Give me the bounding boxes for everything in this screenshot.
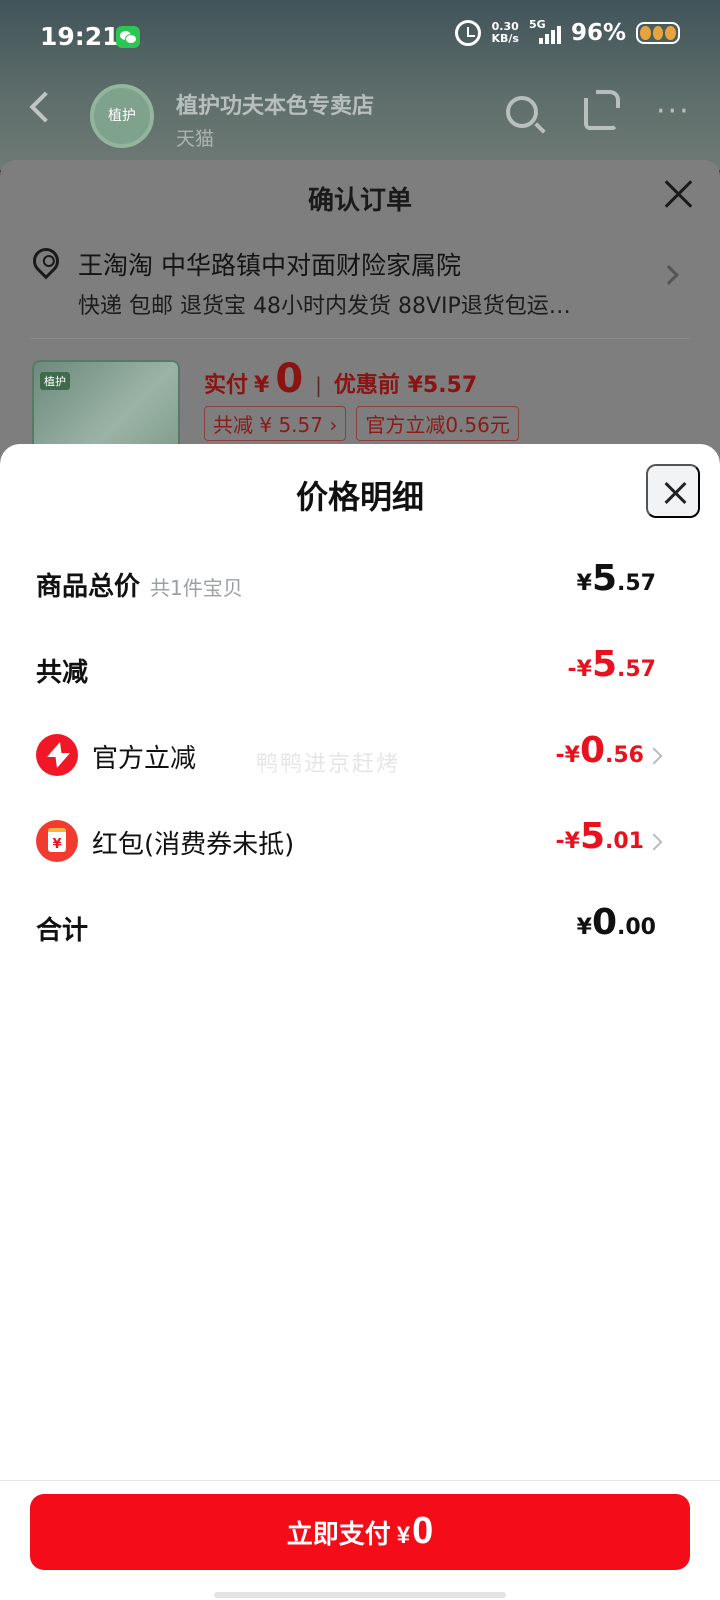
signal-icon [538,26,561,44]
network-speed-unit: KB/s [491,32,519,45]
currency-symbol: ¥ [396,1522,411,1549]
total-discount-amount: - ¥ 5 .57 [568,644,657,685]
alarm-icon [455,20,482,46]
network-speed: 0.30 KB/s [491,21,518,45]
currency-symbol: ¥ [576,657,592,682]
battery-icon [636,22,680,44]
shipping-services: 快递 包邮 退货宝 48小时内发货 88VIP退货包运… [78,294,571,319]
home-indicator[interactable] [214,1592,506,1598]
minus-sign: - [555,829,565,854]
search-icon[interactable] [506,96,538,128]
status-bar: 19:21 0.30 KB/s 5G 96% [0,0,720,76]
row-goods-total: 商品总价 共1件宝贝 ¥ 5 .57 [0,556,720,616]
amount-integer: 0 [579,730,606,771]
total-label: 合计 [36,916,89,946]
currency-symbol: ¥ [564,743,580,768]
paid-amount-line: 实付 ¥ 0 | 优惠前 ¥5.57 [204,356,477,402]
shipping-address[interactable]: 王淘淘 中华路镇中对面财险家属院 [78,246,461,282]
pay-amount: 0 [412,1510,434,1552]
store-platform: 天猫 [176,128,215,150]
total-amount: ¥ 0 .00 [577,902,656,943]
order-title: 确认订单 [307,186,412,216]
item-count-hint: 共1件宝贝 [150,576,243,600]
battery-percent: 96% [570,20,626,46]
row-official-discount[interactable]: 官方立减 鸭鸭进京赶烤 - ¥ 0 .56 [0,728,720,788]
amount-decimal: .57 [617,657,656,682]
back-icon[interactable] [29,91,61,123]
paid-amount: 0 [275,356,304,402]
official-discount-label: 官方立减 [92,744,197,774]
location-pin-icon [27,242,65,280]
minus-sign: - [555,743,565,768]
row-total-discount: 共减 - ¥ 5 .57 [0,642,720,702]
official-discount-tag: 官方立减0.56元 [356,406,519,441]
pay-now-button[interactable]: 立即支付 ¥ 0 [30,1494,690,1570]
row-label: 商品总价 共1件宝贝 [36,566,243,603]
amount-integer: 0 [591,902,618,943]
amount-decimal: .00 [617,915,656,940]
chevron-right-icon[interactable] [645,833,663,851]
status-time: 19:21 [40,22,120,51]
price-detail-sheet: 价格明细 商品总价 共1件宝贝 ¥ 5 .57 共减 - ¥ 5 .57 官方立减… [0,444,720,1600]
row-total: 合计 ¥ 0 .00 [0,900,720,960]
official-discount-amount: - ¥ 0 .56 [556,730,645,771]
paid-label: 实付 [204,373,249,398]
order-confirm-sheet: 确认订单 王淘淘 中华路镇中对面财险家属院 快递 包邮 退货宝 48小时内发货 … [0,160,720,460]
minus-sign: - [567,657,577,682]
goods-total-amount: ¥ 5 .57 [577,558,656,599]
store-header: 植护 植护功夫本色专卖店 天猫 ··· [0,80,720,160]
red-packet-amount: - ¥ 5 .01 [556,816,645,857]
wechat-icon [116,26,140,48]
status-indicators: 0.30 KB/s 5G 96% [455,18,680,46]
row-red-packet[interactable]: 红包(消费券未抵) - ¥ 5 .01 [0,814,720,874]
total-discount-label: 共减 [36,658,89,688]
currency-symbol: ¥ [576,915,592,940]
amount-integer: 5 [591,558,618,599]
chevron-right-icon[interactable] [659,265,679,285]
amount-integer: 5 [579,816,606,857]
close-button[interactable] [646,464,700,518]
separator: | [315,373,322,397]
pay-now-label: 立即支付 [286,1519,391,1549]
price-before-discount: 优惠前 ¥5.57 [333,373,478,398]
goods-total-label: 商品总价 [36,572,141,602]
watermark: 鸭鸭进京赶烤 [256,752,401,777]
more-icon[interactable]: ··· [656,97,691,127]
amount-integer: 5 [591,644,618,685]
paid-currency: ¥ [254,373,270,398]
signal-indicator: 5G [529,18,561,46]
chevron-right-icon[interactable] [645,747,663,765]
product-badge: 植护 [40,372,70,390]
currency-symbol: ¥ [564,829,580,854]
discount-tags: 共减 ¥ 5.57 › 官方立减0.56元 [204,406,519,441]
amount-decimal: .57 [617,571,656,596]
close-icon[interactable] [664,178,694,208]
footer-divider [0,1480,720,1481]
divider [30,338,690,339]
amount-decimal: .56 [605,743,644,768]
total-discount-tag[interactable]: 共减 ¥ 5.57 › [204,406,347,441]
share-icon[interactable] [584,90,620,130]
red-packet-icon [36,820,78,862]
lightning-bolt-icon [36,734,78,776]
red-packet-label: 红包(消费券未抵) [92,830,295,860]
store-logo[interactable]: 植护 [90,84,154,148]
store-name[interactable]: 植护功夫本色专卖店 [176,88,374,120]
amount-decimal: .01 [605,829,644,854]
currency-symbol: ¥ [576,571,592,596]
sheet-title: 价格明细 [295,478,424,516]
